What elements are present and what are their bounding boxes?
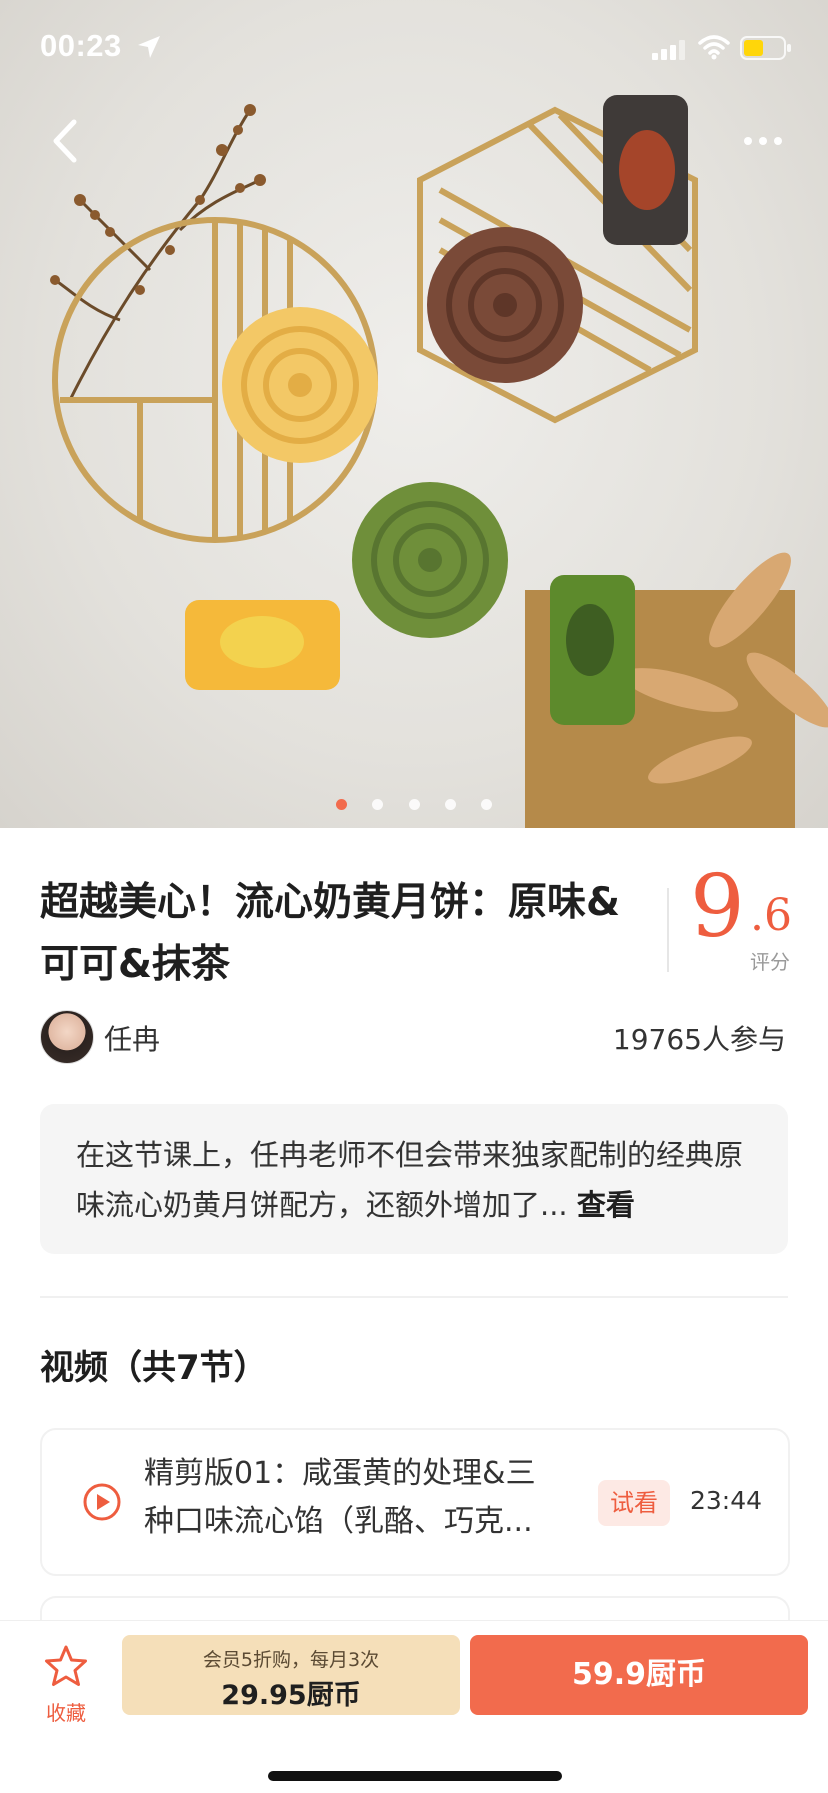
score-label: 评分: [750, 950, 790, 974]
score-integer: 9: [690, 857, 745, 957]
home-indicator[interactable]: [268, 1771, 562, 1781]
lesson-item[interactable]: 精剪版01：咸蛋黄的处理&三种口味流心馅（乳酪、巧克... 试看 23:44: [40, 1428, 790, 1576]
cellular-signal-icon: [652, 40, 685, 60]
description-text: 在这节课上，任冉老师不但会带来独家配制的经典原味流心奶黄月饼配方，还额外增加了.…: [76, 1130, 756, 1230]
matcha-mooncake: [352, 482, 508, 638]
description-box[interactable]: 在这节课上，任冉老师不但会带来独家配制的经典原味流心奶黄月饼配方，还额外增加了.…: [40, 1104, 788, 1254]
carousel-dot[interactable]: [336, 799, 348, 810]
cut-matcha-mooncake: [550, 575, 635, 725]
more-options-icon[interactable]: [740, 126, 786, 156]
mooncake-photo: [50, 95, 828, 828]
carousel-dot[interactable]: [408, 799, 420, 810]
buy-button[interactable]: 59.9厨币: [470, 1635, 808, 1715]
videos-section-title: 视频（共7节）: [40, 1348, 268, 1388]
status-bar: 00:23: [0, 0, 828, 100]
trial-badge: 试看: [598, 1480, 670, 1526]
divider: [667, 888, 669, 972]
description-body: 在这节课上，任冉老师不但会带来独家配制的经典原味流心奶黄月饼配方，还额外增加了.…: [76, 1138, 744, 1222]
lesson-duration: 23:44: [690, 1486, 763, 1515]
carousel-dot[interactable]: [480, 799, 492, 810]
battery-icon: [740, 36, 791, 60]
course-score: 9 .6 评分: [690, 864, 800, 978]
score-decimal: .6: [750, 890, 792, 941]
status-time: 00:23: [40, 28, 122, 63]
wifi-icon: [698, 35, 730, 60]
location-arrow-icon: [138, 36, 160, 58]
cut-cocoa-mooncake: [603, 95, 688, 245]
carousel-dot[interactable]: [444, 799, 456, 810]
play-circle-icon: [83, 1483, 121, 1521]
star-icon: [45, 1645, 87, 1686]
lesson-title: 精剪版01：咸蛋黄的处理&三种口味流心馅（乳酪、巧克...: [144, 1456, 536, 1539]
favorite-label: 收藏: [46, 1701, 86, 1725]
participants-count: 19765人参与: [612, 1023, 786, 1056]
bottom-action-bar: 收藏 会员5折购，每月3次 29.95厨币 59.9厨币: [0, 1620, 828, 1793]
description-more-link[interactable]: 查看: [577, 1188, 635, 1222]
author-avatar[interactable]: [40, 1010, 94, 1064]
favorite-button[interactable]: 收藏: [30, 1637, 102, 1727]
yellow-mooncake: [222, 307, 378, 463]
section-divider: [40, 1296, 788, 1298]
carousel-indicator: [0, 795, 828, 810]
member-discount-note: 会员5折购，每月3次: [202, 1649, 380, 1671]
back-arrow-icon[interactable]: [44, 116, 88, 166]
course-title: 超越美心！流心奶黄月饼：原味&可可&抹茶: [40, 880, 621, 987]
author-name[interactable]: 任冉: [104, 1018, 160, 1058]
member-purchase-button[interactable]: 会员5折购，每月3次 29.95厨币: [122, 1635, 460, 1715]
carousel-dot[interactable]: [372, 799, 384, 810]
cut-yellow-mooncake: [185, 600, 340, 690]
hero-image[interactable]: 00:23: [0, 0, 828, 828]
member-price: 29.95厨币: [221, 1680, 361, 1711]
cocoa-mooncake: [427, 227, 583, 383]
